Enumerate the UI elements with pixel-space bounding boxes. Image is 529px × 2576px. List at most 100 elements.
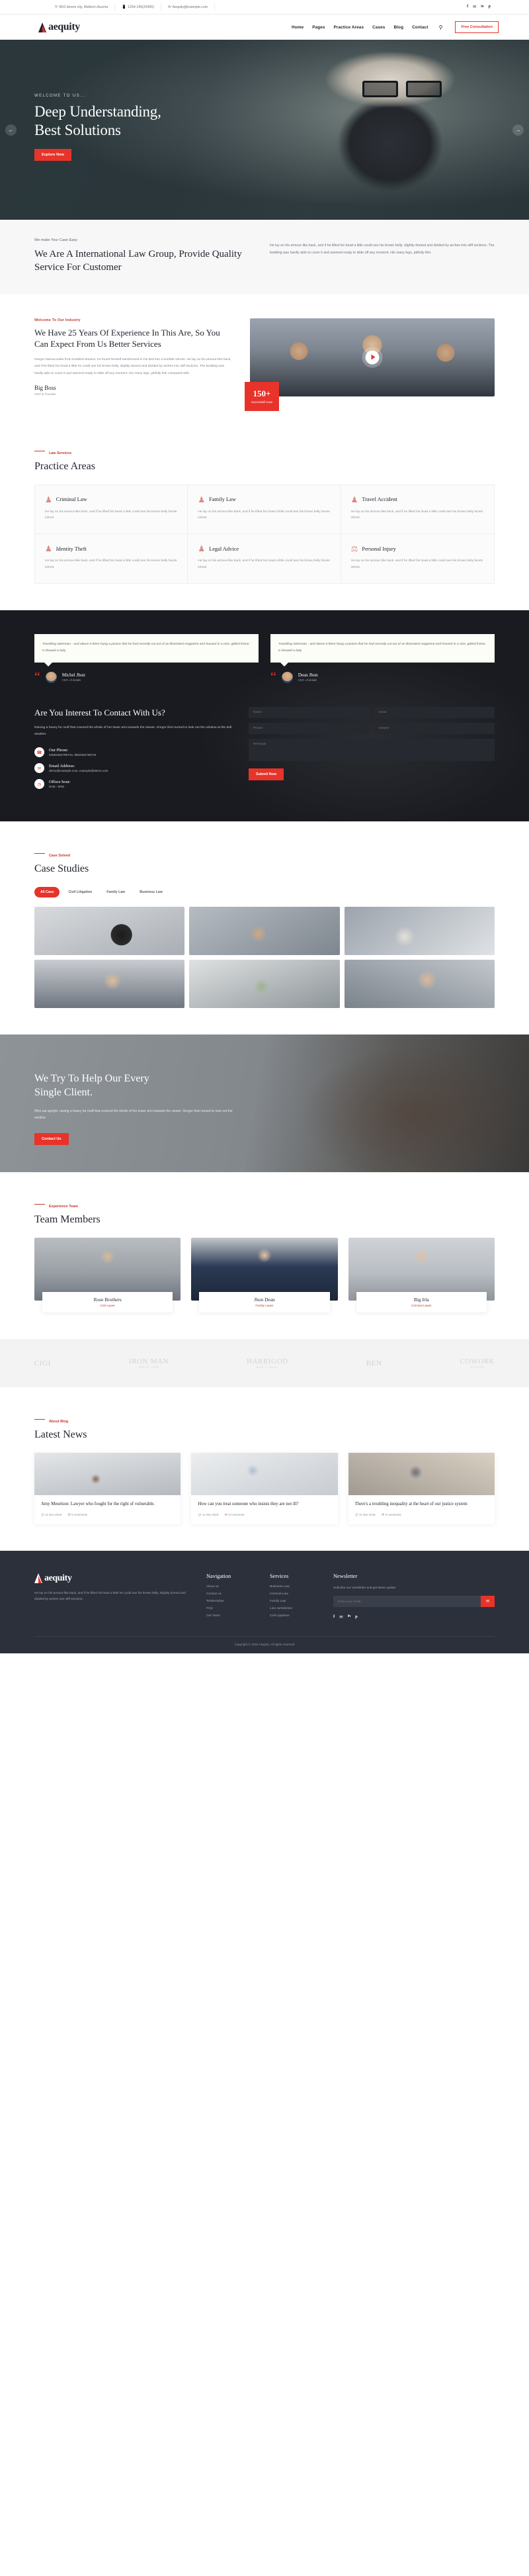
news-comments: 5 comments — [385, 1513, 401, 1517]
phone-input[interactable] — [249, 722, 370, 734]
topbar-phone[interactable]: 📱 1254-145(25455) — [115, 3, 161, 11]
search-icon[interactable]: ⚲ — [439, 24, 443, 30]
brand-name: BEN — [366, 1359, 382, 1367]
newsletter-submit-button[interactable]: ✉ — [480, 1596, 495, 1608]
footer-link-business-law[interactable]: Business Law — [270, 1585, 319, 1588]
topbar-address: ⚲ 45/3 dreem city, Melborn Ausrria — [19, 3, 116, 11]
filter-family-law[interactable]: Family Law — [101, 887, 131, 897]
case-thumb-woman-glasses[interactable] — [344, 960, 495, 1008]
twitter-icon[interactable]: ✉ — [339, 1614, 343, 1620]
case-thumb-money-handoff[interactable] — [189, 907, 340, 955]
submit-button[interactable]: Submit Now — [249, 768, 284, 780]
case-thumb-laptop-desk[interactable] — [344, 907, 495, 955]
case-thumb-cash[interactable] — [189, 960, 340, 1008]
testimonial-quote: Travelling salesman - and above it there… — [270, 633, 495, 667]
case-thumb-woman-sitting[interactable] — [34, 960, 185, 1008]
contact-phone-item[interactable]: ☎ Our Phone: 54562364769744, 85623647697… — [34, 747, 233, 757]
news-card[interactable]: There's a troubling inequality at the he… — [348, 1453, 495, 1524]
team-info: Big Irla Criminal Lawer — [356, 1292, 487, 1312]
nav-item-pages[interactable]: Pages — [312, 25, 325, 30]
twitter-icon[interactable]: ✉ — [473, 5, 476, 9]
experience-section: Welcome To Our Industry We Have 25 Years… — [0, 294, 529, 419]
footer-link-faq[interactable]: FAQ — [206, 1607, 255, 1610]
team-card[interactable]: Jhon Dean Family Lawer — [191, 1238, 338, 1312]
footer-newsletter-column: Newsletter Subcribe our newsletter and g… — [333, 1573, 495, 1622]
office-women-photo — [34, 1453, 181, 1495]
hero-cta-button[interactable]: Explore Now — [34, 149, 71, 161]
name-input[interactable] — [249, 706, 370, 718]
hero-title-line2: Best Solutions — [34, 122, 121, 139]
pinterest-icon[interactable]: p — [489, 5, 491, 9]
brand-sub: Ring it Right — [256, 1365, 279, 1369]
team-card[interactable]: Big Irla Criminal Lawer — [348, 1238, 495, 1312]
case-studies-title: Case Studies — [34, 863, 89, 874]
nav-item-cases[interactable]: Cases — [372, 25, 385, 30]
help-contact-button[interactable]: Contact Us — [34, 1132, 69, 1145]
comment-icon: ✉ — [381, 1512, 384, 1517]
case-studies-eyebrow: Case Solved — [49, 854, 71, 858]
newsletter-email-input[interactable] — [333, 1596, 481, 1608]
footer-link-about-us[interactable]: About us — [206, 1585, 255, 1588]
footer-link-family-law[interactable]: Family Law — [270, 1600, 319, 1603]
experience-eyebrow: Welcome To Our Industry — [34, 318, 81, 322]
testimonial-meta: “ Michel Jhon CEO. of details — [34, 670, 259, 684]
pinterest-icon[interactable]: p — [355, 1614, 358, 1620]
practice-card-family-law[interactable]: ♟ Family Law He lay on his armour-like ba… — [188, 484, 341, 535]
subject-input[interactable] — [374, 722, 495, 734]
contact-form: Submit Now — [249, 706, 495, 796]
accident-icon: ♟ — [350, 494, 358, 504]
clock-icon: ◷ — [354, 1512, 358, 1517]
facebook-icon[interactable]: f — [333, 1614, 335, 1620]
experience-title: We Have 25 Years Of Experience In This A… — [34, 327, 220, 349]
nav-item-home[interactable]: Home — [292, 25, 304, 30]
nav-item-blog[interactable]: Blog — [393, 25, 403, 30]
filter-all-case[interactable]: All Case — [34, 887, 60, 897]
logo[interactable]: aequity — [19, 21, 80, 33]
nav-item-contact[interactable]: Contact — [412, 25, 428, 30]
linkedin-icon[interactable]: in — [348, 1614, 350, 1620]
team-heading: Experience Team Team Members — [34, 1199, 495, 1226]
footer-services-heading: Services — [270, 1573, 289, 1579]
logo-mark-icon — [34, 1573, 43, 1584]
clock-icon: ◷ — [41, 1512, 44, 1517]
footer-link-criminal-law[interactable]: Criminal Law — [270, 1592, 319, 1596]
footer-link-civil-ligations[interactable]: Civil Ligations — [270, 1614, 319, 1618]
practice-card-criminal-law[interactable]: ♟ Criminal Law He lay on his armour-like … — [35, 484, 188, 535]
footer-columns: aequity He lay on his armour-like back, … — [34, 1573, 495, 1622]
footer-link-our-team[interactable]: Our Team — [206, 1614, 255, 1618]
filter-civil-litigation[interactable]: Civil Litigation — [62, 887, 98, 897]
nav-item-practice-areas[interactable]: Practice Areas — [334, 25, 364, 30]
footer-link-testimonials[interactable]: Testimonilas — [206, 1600, 255, 1603]
contact-email-item[interactable]: ✉ Email Address: demo@example.com, examp… — [34, 763, 233, 773]
brand-logo-ben: BEN — [366, 1359, 382, 1367]
footer-link-law-jurisdiction[interactable]: Law Jurisdiction — [270, 1607, 319, 1610]
news-grid: Amy Meselson: Lawyer who fought for the … — [34, 1453, 495, 1524]
practice-card-legal-advice[interactable]: ♟ Legal Advice He lay on his armour-like … — [188, 534, 341, 583]
practice-card-text: He lay on his armour-like back, and if h… — [350, 510, 483, 520]
practice-card-identity-theft[interactable]: ♟ Identity Theft He lay on his armour-lik… — [35, 534, 188, 583]
email-input[interactable] — [374, 706, 495, 718]
testimonial-quote: Travelling salesman - and above it there… — [34, 633, 259, 667]
practice-card-travel-accident[interactable]: ♟ Travel Accident He lay on his armour-li… — [341, 485, 494, 535]
play-icon[interactable] — [365, 350, 380, 365]
news-card[interactable]: Amy Meselson: Lawyer who fought for the … — [34, 1453, 181, 1524]
team-section: Experience Team Team Members Rose Brothe… — [0, 1172, 529, 1339]
filter-business-law[interactable]: Business Law — [134, 887, 169, 897]
practice-card-personal-injury[interactable]: ⚖ Personal Injury He lay on his armour-li… — [341, 534, 494, 583]
practice-areas-heading: Law Services Practice Areas — [34, 445, 495, 473]
message-textarea[interactable] — [249, 738, 495, 761]
case-thumb-gavel[interactable] — [34, 907, 185, 955]
team-card[interactable]: Rose Brothers Civil Lawer — [34, 1238, 181, 1312]
news-title: There's a troubling inequality at the he… — [354, 1502, 468, 1506]
free-consultation-button[interactable]: Free Consultation — [455, 21, 499, 33]
success-badge-label: Successfull Case — [251, 400, 273, 404]
comment-icon: ✉ — [224, 1512, 227, 1517]
footer-link-contact-us[interactable]: Contact us — [206, 1592, 255, 1596]
linkedin-icon[interactable]: in — [481, 5, 483, 9]
news-card[interactable]: How can you treat someone who insists th… — [191, 1453, 338, 1524]
brand-sub: SINCE 1948 — [138, 1365, 159, 1369]
footer-logo[interactable]: aequity — [34, 1573, 192, 1584]
avatar — [281, 671, 293, 683]
facebook-icon[interactable]: f — [467, 5, 468, 9]
topbar-email[interactable]: ✉ Aequity@example.com — [161, 3, 216, 11]
